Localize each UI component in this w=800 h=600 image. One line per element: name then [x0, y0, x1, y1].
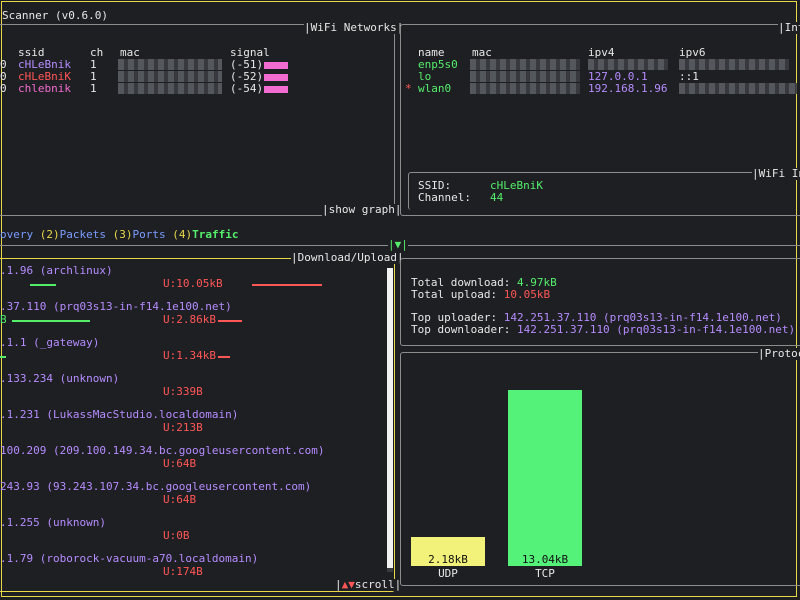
wifi-row-signal: (-54)	[230, 82, 289, 95]
tab-packets[interactable]: Packets	[60, 228, 113, 241]
iface-row-ipv4: 192.168.1.96	[588, 82, 668, 95]
traffic-host[interactable]: .1.231 (LukassMacStudio.localdomain)	[0, 409, 238, 421]
total-upload: Total upload: 10.05kB	[411, 288, 551, 301]
iface-row-mac-redacted	[470, 71, 580, 82]
panel-toggle-button[interactable]: |▼|	[388, 239, 408, 251]
traffic-host[interactable]: 243.93 (93.243.107.34.bc.googleuserconte…	[0, 481, 311, 493]
iface-ipv6-redacted	[679, 83, 797, 94]
wifi-row-mac-redacted	[118, 59, 222, 70]
iface-row-marker: *	[405, 82, 412, 95]
top-downloader: Top downloader: 142.251.37.110 (prq03s13…	[411, 323, 796, 336]
tab-packets-num: (2)	[39, 228, 60, 241]
download-upload-title: |Download/Upload|	[291, 251, 404, 264]
wifi-networks-panel	[0, 24, 395, 216]
tab-ports[interactable]: Ports	[132, 228, 172, 241]
interfaces-title: |Inte	[778, 22, 800, 34]
traffic-upload-value: U:339B	[163, 385, 203, 398]
wifi-signal-bar-icon	[264, 73, 289, 81]
tab-discovery[interactable]: overy	[0, 228, 40, 241]
iface-row-mac-redacted	[470, 59, 580, 70]
wifi-row-mac-redacted	[118, 71, 222, 82]
traffic-host[interactable]: .1.96 (archlinux)	[0, 265, 113, 277]
protocol-bar-value-label: 2.18kB	[428, 553, 468, 566]
traffic-upload-value: U:64B	[163, 493, 197, 506]
wifi-signal-bar-icon	[264, 85, 289, 93]
iface-row-mac-redacted	[470, 83, 580, 94]
show-graph-button[interactable]: |show graph|	[322, 204, 402, 216]
wifi-row-ssid[interactable]: chlebnik	[18, 83, 71, 95]
wifi-info-channel-label: Channel:	[418, 191, 471, 204]
protocols-title: |Protoc	[758, 348, 800, 360]
upload-rate-bar	[218, 356, 230, 358]
wifi-header-mac: mac	[120, 46, 140, 59]
wifi-info-channel-value: 44	[490, 191, 504, 204]
app-title: Scanner (v0.6.0)	[2, 9, 108, 22]
protocol-bar	[508, 390, 582, 566]
iface-header-ipv4: ipv4	[588, 46, 615, 59]
scrollbar-thumb[interactable]	[387, 268, 393, 568]
tab-traffic[interactable]: Traffic	[192, 228, 238, 241]
upload-rate-bar	[252, 284, 322, 286]
traffic-upload-value: U:10.05kB	[163, 277, 223, 290]
traffic-host[interactable]: .1.79 (roborock-vacuum-a70.localdomain)	[0, 553, 258, 565]
traffic-upload-value: U:2.86kB	[163, 313, 216, 326]
traffic-upload-value: U:64B	[163, 457, 197, 470]
wifi-row-mac-redacted	[118, 83, 222, 94]
wifi-row-channel: 1	[90, 82, 97, 95]
wifi-info-title: |WiFi In	[752, 168, 800, 180]
iface-header-mac: mac	[472, 46, 492, 59]
traffic-upload-value: U:213B	[163, 421, 203, 434]
iface-ipv6-redacted	[679, 59, 789, 70]
iface-row-ipv6: ::1	[679, 70, 699, 83]
wifi-row-signal-value: (-54)	[230, 82, 264, 95]
tab-ports-num: (3)	[112, 228, 133, 241]
upload-rate-bar	[218, 320, 242, 322]
iface-row-name[interactable]: wlan0	[418, 83, 451, 95]
protocol-category-label: TCP	[535, 567, 555, 580]
protocol-category-label: UDP	[438, 567, 458, 580]
iface-header-ipv6: ipv6	[679, 46, 706, 59]
wifi-networks-title: |WiFi Networks|	[304, 21, 404, 34]
iface-ipv4-redacted	[588, 59, 668, 70]
protocol-bar-value-label: 13.04kB	[521, 553, 569, 566]
traffic-upload-value: U:1.34kB	[163, 349, 216, 362]
traffic-upload-value: U:174B	[163, 565, 203, 578]
traffic-host[interactable]: .37.110 (prq03s13-in-f14.1e100.net)	[0, 301, 232, 313]
tab-bar: overy (2)Packets (3)Ports (4)Traffic	[0, 229, 238, 241]
traffic-upload-value: U:0B	[163, 529, 190, 542]
download-rate-bar	[12, 320, 90, 322]
tab-traffic-num: (4)	[172, 228, 193, 241]
download-rate-bar	[0, 356, 6, 358]
wifi-row-marker: 0	[0, 82, 7, 95]
wifi-signal-bar-icon	[264, 61, 289, 69]
traffic-host[interactable]: .1.255 (unknown)	[0, 517, 106, 529]
download-rate-bar	[30, 284, 56, 286]
scroll-indicator[interactable]: |▲▼scroll|	[335, 579, 402, 591]
traffic-host[interactable]: 100.209 (209.100.149.34.bc.googleusercon…	[0, 445, 325, 457]
traffic-host[interactable]: .133.234 (unknown)	[0, 373, 119, 385]
traffic-download-value: B	[0, 313, 7, 326]
traffic-host[interactable]: .1.1 (_gateway)	[0, 337, 99, 349]
